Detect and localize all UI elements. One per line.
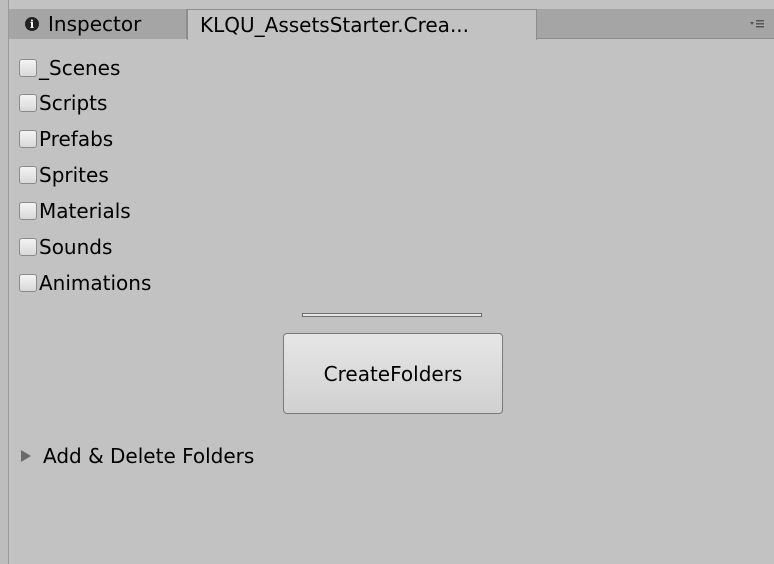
folder-toggle-scenes[interactable]: _Scenes xyxy=(19,56,120,80)
checkbox[interactable] xyxy=(19,238,37,256)
folder-label: Prefabs xyxy=(39,127,114,151)
checkbox[interactable] xyxy=(19,94,37,112)
foldout-label: Add & Delete Folders xyxy=(43,444,255,468)
checkbox[interactable] xyxy=(19,202,37,220)
folder-label: Sounds xyxy=(39,235,113,259)
add-delete-folders-foldout[interactable]: Add & Delete Folders xyxy=(21,442,254,470)
foldout-arrow-icon xyxy=(21,450,31,462)
folder-toggle-sounds[interactable]: Sounds xyxy=(19,235,112,259)
checkbox[interactable] xyxy=(19,166,37,184)
create-folders-button[interactable]: CreateFolders xyxy=(283,333,503,414)
folder-toggle-animations[interactable]: Animations xyxy=(19,271,151,295)
tab-inspector-label: Inspector xyxy=(48,12,142,36)
separator xyxy=(302,313,482,317)
folder-toggle-scripts[interactable]: Scripts xyxy=(19,91,107,115)
folder-toggle-sprites[interactable]: Sprites xyxy=(19,163,109,187)
inspector-content: _Scenes Scripts Prefabs Sprites Material… xyxy=(9,39,774,564)
checkbox[interactable] xyxy=(19,130,37,148)
folder-toggle-prefabs[interactable]: Prefabs xyxy=(19,127,113,151)
folder-label: Sprites xyxy=(39,163,109,187)
tab-assets-starter-label: KLQU_AssetsStarter.Crea... xyxy=(200,13,470,37)
checkbox[interactable] xyxy=(19,274,37,292)
tab-bar: i Inspector KLQU_AssetsStarter.Crea... xyxy=(9,9,774,40)
folder-label: _Scenes xyxy=(39,56,121,80)
tab-assets-starter[interactable]: KLQU_AssetsStarter.Crea... xyxy=(187,9,537,40)
inspector-window: i Inspector KLQU_AssetsStarter.Crea... _… xyxy=(0,0,774,564)
folder-label: Scripts xyxy=(39,91,108,115)
tab-menu-icon[interactable] xyxy=(750,17,764,31)
tab-inspector[interactable]: i Inspector xyxy=(9,9,187,39)
folder-toggle-materials[interactable]: Materials xyxy=(19,199,131,223)
folder-label: Materials xyxy=(39,199,131,223)
window-edge xyxy=(0,0,9,564)
info-icon: i xyxy=(25,17,39,31)
folder-label: Animations xyxy=(39,271,152,295)
checkbox[interactable] xyxy=(19,59,37,77)
